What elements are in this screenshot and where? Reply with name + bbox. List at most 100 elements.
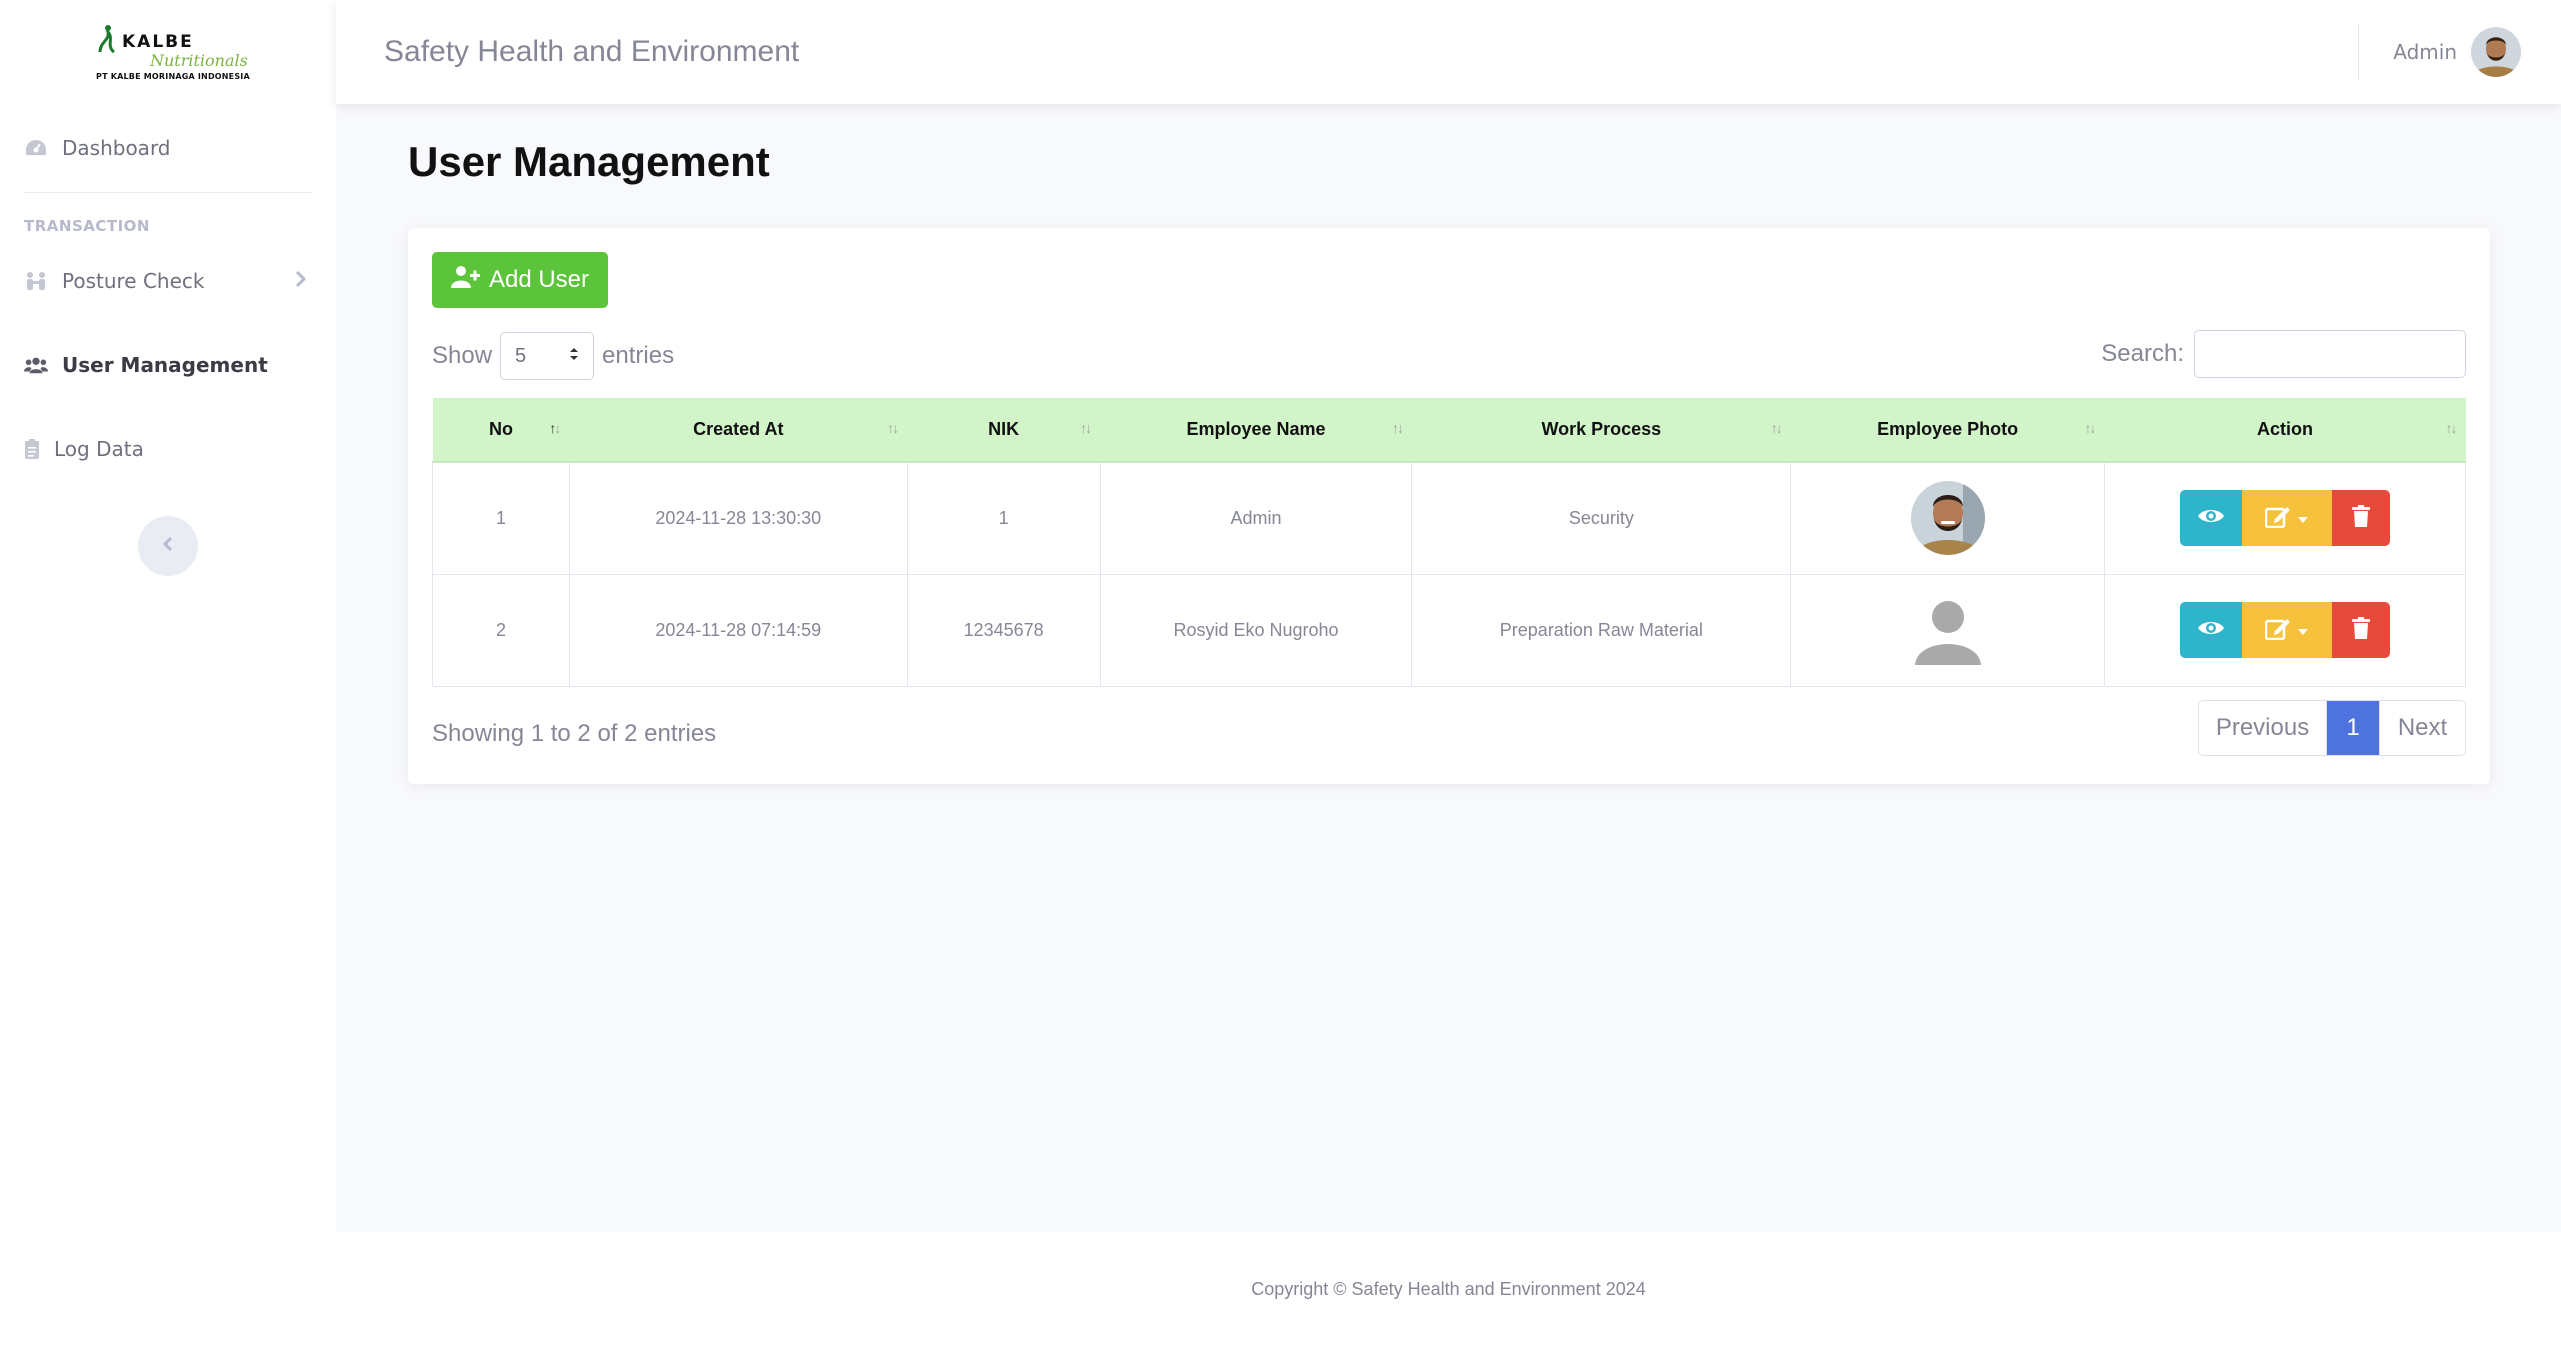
page-title: User Management xyxy=(408,138,770,185)
column-header-nik[interactable]: NIK ↑↓ xyxy=(907,398,1101,463)
sidebar: KALBE Nutritionals PT KALBE MORINAGA IND… xyxy=(0,0,336,1347)
avatar xyxy=(2471,27,2521,77)
sidebar-item-label: User Management xyxy=(62,353,268,377)
caret-down-icon xyxy=(2297,620,2309,641)
edit-dropdown-button[interactable] xyxy=(2242,490,2333,547)
sidebar-divider xyxy=(24,192,312,193)
cell-employee-photo xyxy=(1790,573,2106,687)
copyright-text: Copyright © Safety Health and Environmen… xyxy=(1251,1279,1646,1299)
search-label: Search: xyxy=(2101,340,2184,367)
user-plus-icon xyxy=(450,265,481,296)
table-header-row: No ↑↓ Created At ↑↓ NIK ↑↓ Employee Name ↑↓ … xyxy=(432,398,2466,463)
search-input[interactable] xyxy=(2194,330,2466,378)
column-header-no[interactable]: No ↑↓ xyxy=(432,398,570,463)
kalbe-leaf-icon xyxy=(98,24,116,53)
sort-icon: ↑↓ xyxy=(887,420,899,436)
default-avatar-icon xyxy=(1911,593,1985,667)
sidebar-toggle-button[interactable] xyxy=(138,516,198,576)
brand-sub: Nutritionals xyxy=(150,50,248,70)
sort-icon: ↑↓ xyxy=(1391,420,1404,436)
cell-no: 2 xyxy=(432,573,570,687)
chevron-right-icon xyxy=(294,269,307,293)
select-arrows-icon xyxy=(569,345,579,368)
app-title: Safety Health and Environment xyxy=(384,35,800,68)
pagination-next[interactable]: Next xyxy=(2379,701,2465,755)
column-header-work-process[interactable]: Work Process ↑↓ xyxy=(1411,398,1791,463)
cell-created-at: 2024-11-28 07:14:59 xyxy=(568,573,908,687)
brand-name: KALBE xyxy=(122,31,194,52)
entries-length: Show 5 entries xyxy=(432,332,674,380)
pagination: Previous 1 Next xyxy=(2198,700,2466,756)
user-table: No ↑↓ Created At ↑↓ NIK ↑↓ Employee Name ↑↓ … xyxy=(432,398,2466,687)
chevron-left-icon xyxy=(162,536,174,556)
people-icon xyxy=(24,269,48,293)
table-row: 1 2024-11-28 13:30:30 1 Admin Security xyxy=(432,461,2466,575)
sidebar-item-log-data[interactable]: Log Data xyxy=(0,407,336,491)
trash-icon xyxy=(2352,504,2371,532)
table-search: Search: xyxy=(2101,330,2466,378)
column-header-created-at[interactable]: Created At ↑↓ xyxy=(569,398,908,463)
view-button[interactable] xyxy=(2180,490,2243,547)
eye-icon xyxy=(2197,507,2225,530)
employee-photo xyxy=(1910,481,1985,556)
table-info: Showing 1 to 2 of 2 entries xyxy=(432,720,717,747)
cell-nik: 12345678 xyxy=(906,573,1101,687)
table-row: 2 2024-11-28 07:14:59 12345678 Rosyid Ek… xyxy=(432,573,2466,687)
user-name: Admin xyxy=(2393,40,2457,64)
dashboard-icon xyxy=(24,136,48,160)
cell-employee-name: Admin xyxy=(1099,461,1413,575)
sidebar-heading: TRANSACTION xyxy=(24,217,150,235)
column-header-employee-name[interactable]: Employee Name ↑↓ xyxy=(1100,398,1412,463)
row-actions xyxy=(2180,602,2391,658)
entries-select[interactable]: 5 xyxy=(500,332,595,380)
row-actions xyxy=(2180,490,2391,547)
sidebar-item-label: Posture Check xyxy=(62,269,205,293)
topbar-divider xyxy=(2358,24,2359,80)
sort-icon: ↑↓ xyxy=(2445,420,2458,436)
entries-label: entries xyxy=(602,342,675,369)
edit-icon xyxy=(2264,616,2291,645)
edit-dropdown-button[interactable] xyxy=(2242,602,2333,658)
trash-icon xyxy=(2352,616,2371,644)
sidebar-item-label: Dashboard xyxy=(62,136,171,160)
sort-icon: ↑↓ xyxy=(2084,420,2097,436)
sort-asc-icon: ↑↓ xyxy=(549,420,561,436)
cell-work-process: Preparation Raw Material xyxy=(1411,573,1792,687)
sort-icon: ↑↓ xyxy=(1080,420,1092,436)
column-header-employee-photo[interactable]: Employee Photo ↑↓ xyxy=(1790,398,2105,463)
brand-logo[interactable]: KALBE Nutritionals PT KALBE MORINAGA IND… xyxy=(0,0,336,104)
sidebar-item-posture-check[interactable]: Posture Check xyxy=(0,239,336,323)
view-button[interactable] xyxy=(2180,602,2243,658)
cell-action xyxy=(2104,573,2466,687)
clipboard-icon xyxy=(24,437,40,461)
sort-icon: ↑↓ xyxy=(1770,420,1783,436)
delete-button[interactable] xyxy=(2332,602,2391,658)
add-user-label: Add User xyxy=(488,266,590,293)
cell-employee-name: Rosyid Eko Nugroho xyxy=(1099,573,1413,687)
footer: Copyright © Safety Health and Environmen… xyxy=(336,1232,2561,1347)
cell-action xyxy=(2104,461,2466,575)
column-header-action[interactable]: Action ↑↓ xyxy=(2104,398,2466,463)
brand-company: PT KALBE MORINAGA INDONESIA xyxy=(96,71,250,81)
sidebar-item-dashboard[interactable]: Dashboard xyxy=(0,104,336,192)
sidebar-item-user-management[interactable]: User Management xyxy=(0,323,336,407)
topbar: Safety Health and Environment Admin xyxy=(336,0,2561,104)
user-table-card: Add User Show 5 entries Search: No ↑↓ Cre… xyxy=(408,228,2490,784)
caret-down-icon xyxy=(2297,508,2309,529)
cell-employee-photo xyxy=(1790,461,2106,575)
delete-button[interactable] xyxy=(2332,490,2391,547)
sidebar-item-label: Log Data xyxy=(54,437,144,461)
eye-icon xyxy=(2197,619,2225,642)
add-user-button[interactable]: Add User xyxy=(432,252,608,308)
entries-select-value: 5 xyxy=(515,344,527,367)
user-menu[interactable]: Admin xyxy=(2393,27,2521,77)
pagination-page-1[interactable]: 1 xyxy=(2327,701,2379,755)
show-label: Show xyxy=(432,342,493,369)
cell-work-process: Security xyxy=(1411,461,1792,575)
cell-created-at: 2024-11-28 13:30:30 xyxy=(568,461,908,575)
cell-nik: 1 xyxy=(906,461,1101,575)
cell-no: 1 xyxy=(432,461,570,575)
edit-icon xyxy=(2264,504,2291,533)
users-icon xyxy=(24,353,48,377)
pagination-previous[interactable]: Previous xyxy=(2199,701,2327,755)
